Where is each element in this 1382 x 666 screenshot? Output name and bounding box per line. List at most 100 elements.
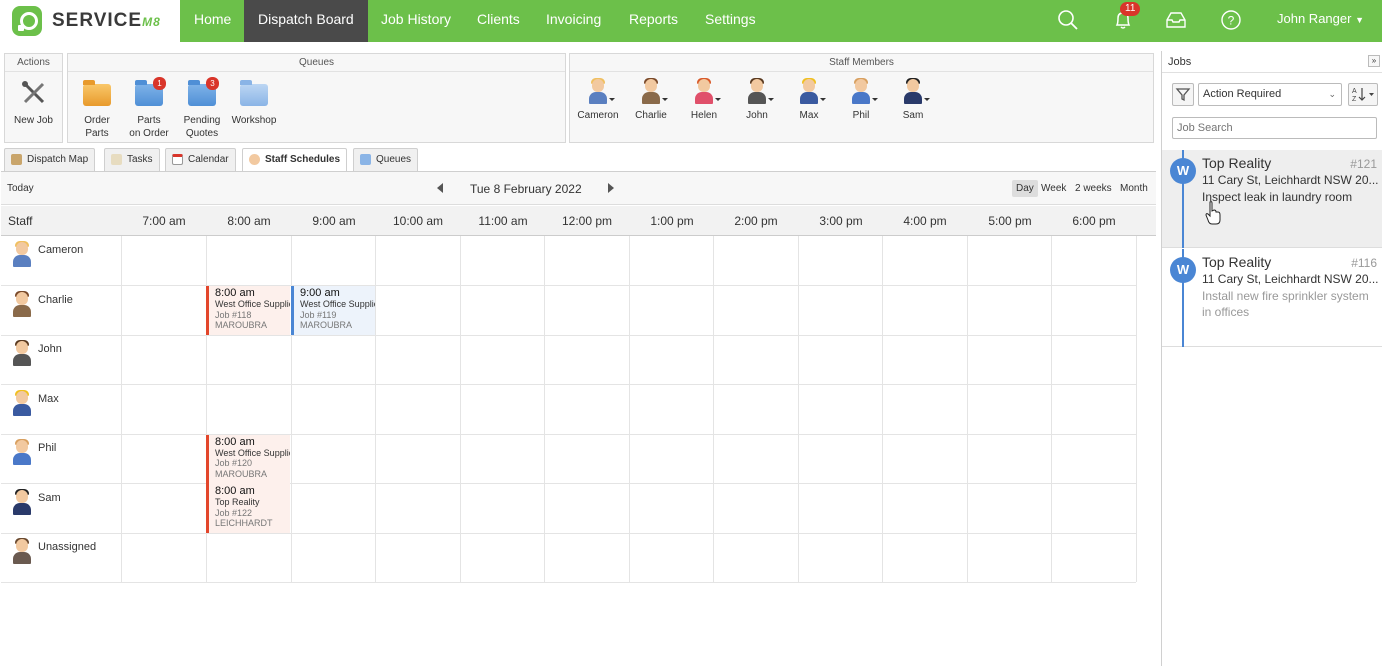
user-menu[interactable]: John Ranger ▼	[1277, 0, 1364, 42]
queue-parts-on-order[interactable]: 1 Parts on Order	[124, 76, 174, 140]
job-number: Job #120	[215, 458, 253, 468]
help-icon[interactable]: ?	[1220, 9, 1242, 31]
nav-reports[interactable]: Reports	[615, 0, 692, 42]
tab-label: Calendar	[188, 154, 229, 165]
staff-member-name: Sam	[902, 110, 924, 121]
job-block[interactable]: 9:00 am West Office Supplies Job #119 MAROU…	[291, 286, 375, 335]
servicem8-logo[interactable]: SERVICEM8	[0, 0, 180, 42]
hour-header: 4:00 pm	[903, 214, 947, 228]
sort-button[interactable]: AZ	[1348, 83, 1378, 106]
queue-label: Order	[84, 115, 110, 126]
hour-header: 11:00 am	[478, 214, 528, 228]
job-block[interactable]: 8:00 am West Office Supplies Job #118 MAROU…	[206, 286, 290, 335]
staff-member-name: Max	[799, 110, 819, 121]
caret-down-icon[interactable]	[715, 98, 721, 101]
avatar-icon	[640, 78, 668, 104]
avatar-icon	[11, 538, 33, 564]
tab-dispatch-map[interactable]: Dispatch Map	[4, 148, 96, 171]
schedule-row[interactable]: Unassigned	[1, 533, 1136, 583]
view-month[interactable]: Month	[1116, 180, 1152, 197]
caret-down-icon[interactable]	[662, 98, 668, 101]
caret-down-icon[interactable]	[820, 98, 826, 101]
nav-invoicing[interactable]: Invoicing	[532, 0, 615, 42]
staff-members-group: Staff Members Cameron Charlie Helen John Max…	[569, 53, 1154, 143]
map-icon	[11, 154, 22, 165]
view-2-weeks[interactable]: 2 weeks	[1071, 180, 1116, 197]
queue-label: Quotes	[185, 128, 219, 139]
caret-down-icon[interactable]	[924, 98, 930, 101]
tab-staff-schedules[interactable]: Staff Schedules	[242, 148, 348, 172]
staff-column-header: Staff	[8, 214, 33, 228]
grid-line	[629, 236, 630, 582]
tab-tasks[interactable]: Tasks	[104, 148, 160, 171]
action-filter-select[interactable]: Action Required ⌄	[1198, 83, 1342, 106]
caret-down-icon[interactable]	[609, 98, 615, 101]
tab-calendar[interactable]: Calendar	[165, 148, 236, 171]
job-client: West Office Supplies	[215, 447, 290, 458]
queue-workshop[interactable]: Workshop	[229, 76, 279, 127]
jobs-panel-header: Jobs »	[1162, 51, 1382, 73]
view-day[interactable]: Day	[1012, 180, 1038, 197]
queue-label: Workshop	[231, 115, 277, 126]
schedule-row[interactable]: John	[1, 335, 1136, 385]
staff-member-phil[interactable]: Phil	[838, 78, 884, 121]
nav-dispatch-board[interactable]: Dispatch Board	[244, 0, 368, 42]
next-day-icon[interactable]	[608, 183, 614, 193]
grid-line	[882, 236, 883, 582]
today-button[interactable]: Today	[7, 183, 34, 194]
job-status-icon: W	[1170, 257, 1196, 283]
tab-queues[interactable]: Queues	[353, 148, 419, 171]
prev-day-icon[interactable]	[437, 183, 443, 193]
staff-member-name: Phil	[852, 110, 870, 121]
inbox-icon[interactable]	[1165, 9, 1187, 31]
tab-label: Staff Schedules	[265, 154, 341, 165]
avatar-icon	[798, 78, 826, 104]
staff-member-cameron[interactable]: Cameron	[575, 78, 621, 121]
job-search-input[interactable]	[1172, 117, 1377, 139]
schedule-row[interactable]: Phil	[1, 434, 1136, 484]
folder-icon	[239, 78, 269, 108]
staff-member-helen[interactable]: Helen	[681, 78, 727, 121]
tab-label: Tasks	[127, 154, 153, 165]
queue-order-parts[interactable]: Order Parts	[74, 76, 120, 140]
search-icon[interactable]	[1057, 9, 1079, 31]
nav-job-history[interactable]: Job History	[367, 0, 465, 42]
actions-title: Actions	[5, 54, 62, 72]
staff-member-john[interactable]: John	[734, 78, 780, 121]
queue-label: Parts	[137, 115, 161, 126]
nav-settings[interactable]: Settings	[691, 0, 770, 42]
schedule-row[interactable]: Max	[1, 385, 1136, 435]
caret-down-icon[interactable]	[872, 98, 878, 101]
job-card-client: Top Reality	[1202, 155, 1272, 171]
jobs-panel: Jobs » Action Required ⌄ AZ W Top Reality #1…	[1161, 51, 1382, 666]
hour-header: 12:00 pm	[561, 214, 613, 228]
caret-down-icon[interactable]	[768, 98, 774, 101]
hour-header: 2:00 pm	[734, 214, 778, 228]
staff-member-name: Charlie	[635, 110, 667, 121]
nav-clients[interactable]: Clients	[463, 0, 534, 42]
schedule-row[interactable]: Cameron	[1, 236, 1136, 286]
hour-header: 3:00 pm	[819, 214, 863, 228]
schedule-row[interactable]: Sam	[1, 484, 1136, 534]
filter-button[interactable]	[1172, 83, 1194, 106]
job-card[interactable]: W Top Reality #116 11 Cary St, Leichhardt N…	[1162, 249, 1382, 347]
tools-icon	[21, 81, 44, 104]
schedule-row[interactable]: Charlie	[1, 286, 1136, 336]
folder-icon: 1	[134, 77, 166, 108]
nav-home[interactable]: Home	[180, 0, 245, 42]
chevron-down-icon: ▼	[1355, 15, 1364, 25]
view-week[interactable]: Week	[1037, 180, 1070, 197]
staff-member-charlie[interactable]: Charlie	[628, 78, 674, 121]
staff-member-sam[interactable]: Sam	[890, 78, 936, 121]
staff-member-name: Cameron	[577, 110, 619, 121]
avatar-icon	[11, 389, 33, 416]
avatar-icon	[11, 290, 33, 317]
job-card[interactable]: W Top Reality #121 11 Cary St, Leichhardt N…	[1162, 150, 1382, 248]
new-job-button[interactable]: New Job	[5, 76, 62, 127]
queue-pending-quotes[interactable]: 3 Pending Quotes	[178, 76, 226, 140]
staff-member-max[interactable]: Max	[786, 78, 832, 121]
hour-header: 10:00 am	[392, 214, 444, 228]
job-block[interactable]: 8:00 am Top Reality Job #122 LEICHHARDT	[206, 484, 290, 533]
expand-icon[interactable]: »	[1368, 55, 1380, 67]
job-block[interactable]: 8:00 am West Office Supplies Job #120 MAROU…	[206, 434, 290, 484]
